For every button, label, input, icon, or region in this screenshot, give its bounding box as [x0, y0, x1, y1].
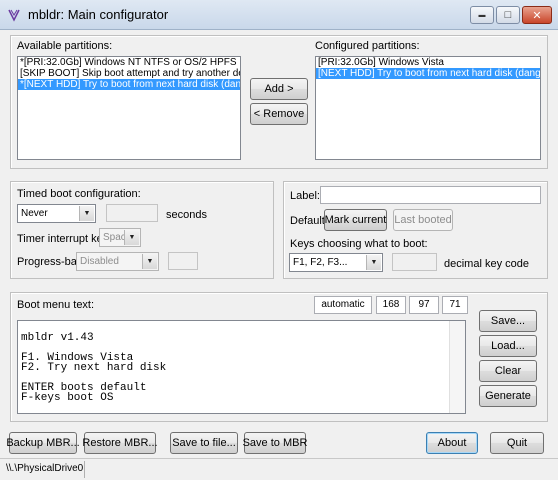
mark-current-button[interactable]: Mark current [324, 209, 387, 231]
progress-bar-label: Progress-bar: [17, 256, 84, 268]
save-to-mbr-button[interactable]: Save to MBR [243, 432, 307, 454]
key-code-input[interactable] [392, 253, 437, 271]
chevron-down-icon: ▼ [142, 254, 157, 269]
keys-value: F1, F2, F3... [293, 257, 348, 268]
editor-scrollbar[interactable] [449, 321, 465, 413]
menu-value-field-1[interactable]: 168 [376, 296, 406, 314]
list-item[interactable]: *[PRI:32.0Gb] Windows NT NTFS or OS/2 HP… [18, 57, 240, 68]
quit-button[interactable]: Quit [490, 432, 544, 454]
seconds-label: seconds [166, 209, 207, 221]
timed-mode-value: Never [21, 208, 48, 219]
editor-line: F-keys boot OS [21, 392, 114, 404]
status-drive: \\.\PhysicalDrive0 [6, 463, 84, 474]
status-divider [84, 461, 85, 478]
last-booted-button[interactable]: Last booted [393, 209, 453, 231]
timed-mode-select[interactable]: Never ▼ [17, 204, 96, 223]
list-item[interactable]: [NEXT HDD] Try to boot from next hard di… [316, 68, 540, 79]
progress-bar-select[interactable]: Disabled ▼ [76, 252, 159, 271]
menu-value-field-3[interactable]: 71 [442, 296, 468, 314]
boot-menu-text-editor[interactable]: mbldr v1.43 F1. Windows Vista F2. Try next… [17, 320, 466, 414]
progress-bar-value: Disabled [80, 256, 119, 267]
maximize-button[interactable]: □ [496, 6, 520, 24]
status-bar: \\.\PhysicalDrive0 [0, 458, 558, 480]
timer-interrupt-select[interactable]: Space ▼ [99, 228, 141, 247]
entry-label-input[interactable] [320, 186, 541, 204]
chevron-down-icon: ▼ [366, 255, 381, 270]
backup-mbr-button[interactable]: Backup MBR... [6, 432, 80, 454]
chevron-down-icon: ▼ [79, 206, 94, 221]
save-to-file-button[interactable]: Save to file... [170, 432, 238, 454]
close-button[interactable]: ✕ [522, 6, 552, 24]
remove-button[interactable]: < Remove [250, 103, 308, 125]
keys-label: Keys choosing what to boot: [290, 238, 428, 250]
timer-interrupt-label: Timer interrupt key: [17, 233, 112, 245]
add-button[interactable]: Add > [250, 78, 308, 100]
restore-mbr-button[interactable]: Restore MBR... [82, 432, 158, 454]
chevron-down-icon: ▼ [124, 230, 139, 245]
available-partitions-list[interactable]: *[PRI:32.0Gb] Windows NT NTFS or OS/2 HP… [17, 56, 241, 160]
close-icon: ✕ [532, 9, 542, 22]
default-label: Default: [290, 215, 328, 227]
boot-menu-label: Boot menu text: [17, 299, 95, 311]
menu-value-field-2[interactable]: 97 [409, 296, 439, 314]
app-icon [8, 9, 20, 22]
menu-save-button[interactable]: Save... [479, 310, 537, 332]
menu-load-button[interactable]: Load... [479, 335, 537, 357]
menu-mode-field[interactable]: automatic [314, 296, 372, 314]
menu-clear-button[interactable]: Clear [479, 360, 537, 382]
minimize-button[interactable]: ▬ [470, 6, 494, 24]
minimize-icon: ▬ [478, 11, 486, 19]
configured-partitions-list[interactable]: [PRI:32.0Gb] Windows Vista [NEXT HDD] Try… [315, 56, 541, 160]
timeout-seconds-input[interactable] [106, 204, 158, 222]
maximize-icon: □ [504, 9, 512, 21]
menu-generate-button[interactable]: Generate [479, 385, 537, 407]
about-button[interactable]: About [426, 432, 478, 454]
title-bar: mbldr: Main configurator ▬ □ ✕ [0, 0, 558, 30]
list-item[interactable]: *[NEXT HDD] Try to boot from next hard d… [18, 79, 240, 90]
keys-select[interactable]: F1, F2, F3... ▼ [289, 253, 383, 272]
editor-line: mbldr v1.43 [21, 332, 94, 344]
decimal-key-label: decimal key code [444, 258, 529, 270]
editor-line: F2. Try next hard disk [21, 362, 167, 374]
list-item[interactable]: [SKIP BOOT] Skip boot attempt and try an… [18, 68, 240, 79]
window-title: mbldr: Main configurator [28, 7, 169, 22]
progress-bar-field[interactable] [168, 252, 198, 270]
configured-partitions-label: Configured partitions: [315, 40, 420, 52]
timed-boot-label: Timed boot configuration: [17, 188, 141, 200]
entry-label-label: Label: [290, 190, 320, 202]
available-partitions-label: Available partitions: [17, 40, 113, 52]
list-item[interactable]: [PRI:32.0Gb] Windows Vista [316, 57, 540, 68]
